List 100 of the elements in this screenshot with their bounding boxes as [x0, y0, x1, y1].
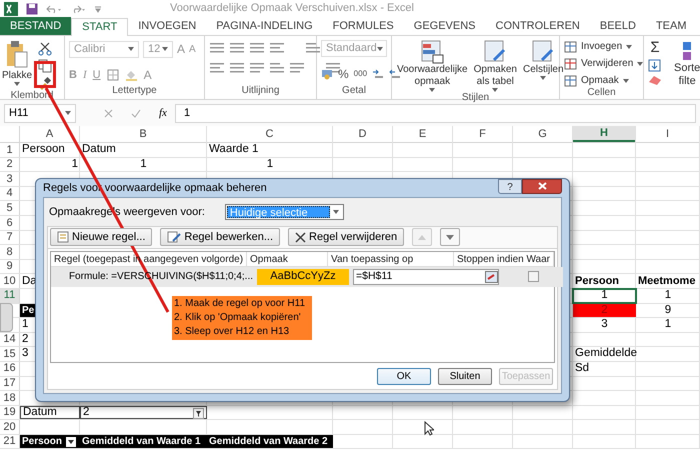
row-header[interactable]: 6 — [6, 214, 13, 232]
ribbon-tab[interactable]: START — [71, 18, 128, 36]
fill-bucket-icon[interactable] — [124, 69, 138, 81]
row-header[interactable]: 4 — [6, 185, 13, 202]
column-header[interactable]: D — [333, 126, 393, 142]
move-down-button[interactable] — [440, 228, 460, 246]
column-header[interactable]: C — [207, 126, 333, 142]
stop-checkbox[interactable] — [528, 271, 538, 282]
align-icon[interactable] — [229, 62, 245, 74]
row-header[interactable]: 8 — [6, 244, 13, 260]
ribbon-tab[interactable]: CONTROLEREN — [486, 17, 590, 35]
increase-decimal-icon[interactable] — [372, 68, 384, 80]
file-tab[interactable]: BESTAND — [0, 17, 72, 35]
align-icon[interactable] — [249, 42, 265, 54]
row-header[interactable]: 18 — [3, 390, 16, 406]
table-cell-text: 1 — [70, 158, 79, 172]
save-icon[interactable] — [26, 2, 38, 14]
dialog-button[interactable]: Sluiten — [438, 368, 492, 384]
row-header[interactable]: 16 — [3, 360, 16, 377]
row-header[interactable]: 9 — [6, 258, 13, 275]
column-header[interactable]: B — [80, 126, 207, 142]
cancel-icon[interactable] — [104, 108, 113, 118]
table-cell: Persoon — [20, 434, 80, 448]
toolbar-button[interactable]: Regel bewerken... — [160, 228, 280, 246]
row-header[interactable]: 15 — [3, 346, 16, 362]
cell-action-button[interactable]: Opmaak — [564, 74, 644, 87]
align-icon[interactable] — [289, 62, 305, 74]
row-header[interactable]: 5 — [6, 200, 13, 216]
row-header[interactable]: 19 — [3, 404, 16, 421]
ribbon-tab[interactable]: TEAM — [646, 17, 696, 35]
style-gallery-button[interactable]: Opmaken als tabel — [472, 40, 518, 92]
align-icon[interactable] — [269, 62, 285, 74]
eraser-icon[interactable] — [648, 75, 662, 85]
help-button[interactable]: ? — [498, 178, 522, 194]
close-button[interactable] — [522, 178, 562, 194]
caret-icon — [626, 44, 632, 48]
align-icon[interactable] — [229, 42, 245, 54]
align-icon[interactable] — [305, 42, 321, 54]
style-gallery-button[interactable]: Voorwaardelijke opmaak — [396, 40, 469, 92]
toolbar-button[interactable]: Nieuwe regel... — [50, 228, 152, 246]
table-cell-text: 3 — [600, 318, 609, 332]
column-header[interactable]: E — [393, 126, 453, 142]
sort-filter-button[interactable]: Sorte filte — [674, 40, 700, 99]
dialog-button[interactable]: OK — [377, 368, 431, 384]
sum-button[interactable]: Σ — [648, 40, 662, 56]
column-header[interactable]: A — [20, 126, 80, 142]
column-header[interactable]: F — [453, 126, 513, 142]
ribbon-tab[interactable]: BEELD — [590, 17, 646, 35]
table-cell-text: Meetmome — [637, 274, 696, 288]
filter-icon[interactable] — [193, 408, 204, 419]
name-box[interactable]: H11 — [4, 104, 76, 122]
ribbon-tab[interactable]: GEGEVENS — [404, 17, 486, 35]
customize-toolbar-icon[interactable] — [94, 4, 102, 12]
close-icon — [538, 182, 546, 190]
cell-action-button[interactable]: Verwijderen — [564, 57, 644, 70]
border-icon[interactable] — [106, 69, 119, 81]
percent-button[interactable]: % — [338, 65, 349, 83]
align-icon[interactable] — [209, 62, 225, 74]
toolbar-button[interactable]: Regel verwijderen — [288, 228, 404, 246]
sheet-scroll-handle[interactable] — [0, 303, 13, 332]
range-select-icon[interactable] — [485, 270, 498, 282]
row-header[interactable]: 17 — [3, 375, 16, 392]
copy-icon[interactable] — [38, 59, 54, 73]
row-header[interactable]: 2 — [6, 156, 13, 173]
ribbon-tab[interactable]: PAGINA-INDELING — [206, 17, 323, 35]
align-icon[interactable] — [269, 42, 285, 54]
insert-function-button[interactable]: fx — [159, 104, 167, 122]
column-header[interactable]: I — [636, 126, 700, 142]
currency-icon[interactable] — [321, 68, 333, 80]
row-header[interactable]: 21 — [3, 433, 16, 450]
column-header[interactable]: H — [573, 126, 636, 142]
paste-button[interactable]: Plakke — [2, 40, 32, 90]
group-label: Uitlijning — [242, 85, 280, 97]
row-header[interactable]: 1 — [6, 142, 13, 158]
ribbon-tab[interactable]: INVOEGEN — [128, 17, 206, 35]
row-header[interactable]: 20 — [3, 418, 16, 436]
window-title: Voorwaardelijke Opmaak Verschuiven.xlsx - Excel — [170, 1, 414, 16]
table-cell-text: 1 — [266, 158, 274, 172]
scissors-icon[interactable] — [38, 42, 52, 56]
thousands-button[interactable]: 000 — [354, 68, 368, 80]
table-cell-text: 1 — [664, 318, 672, 332]
paintbrush-icon[interactable] — [38, 76, 52, 90]
style-gallery-button[interactable]: Celstijlen — [522, 40, 565, 92]
align-icon[interactable] — [249, 62, 265, 74]
caret-icon — [376, 46, 383, 50]
row-header[interactable]: 7 — [6, 229, 13, 246]
ribbon-tab[interactable]: FORMULES — [322, 17, 404, 35]
row-header[interactable]: 14 — [3, 331, 16, 348]
applies-to-field[interactable]: =$H$11 — [353, 268, 499, 284]
formula-field[interactable]: 1 — [174, 104, 696, 122]
row-header[interactable]: 10 — [3, 272, 16, 290]
undo-icon[interactable] — [46, 4, 62, 14]
align-icon[interactable] — [209, 42, 225, 54]
row-header[interactable]: 3 — [6, 170, 13, 188]
dropdown-icon[interactable] — [66, 436, 76, 447]
check-icon[interactable] — [131, 108, 141, 118]
fill-down-icon[interactable] — [648, 59, 661, 72]
cell-action-button[interactable]: Invoegen — [564, 40, 644, 53]
table-cell-text: 2 — [21, 332, 30, 346]
clipboard-icon — [5, 40, 29, 68]
